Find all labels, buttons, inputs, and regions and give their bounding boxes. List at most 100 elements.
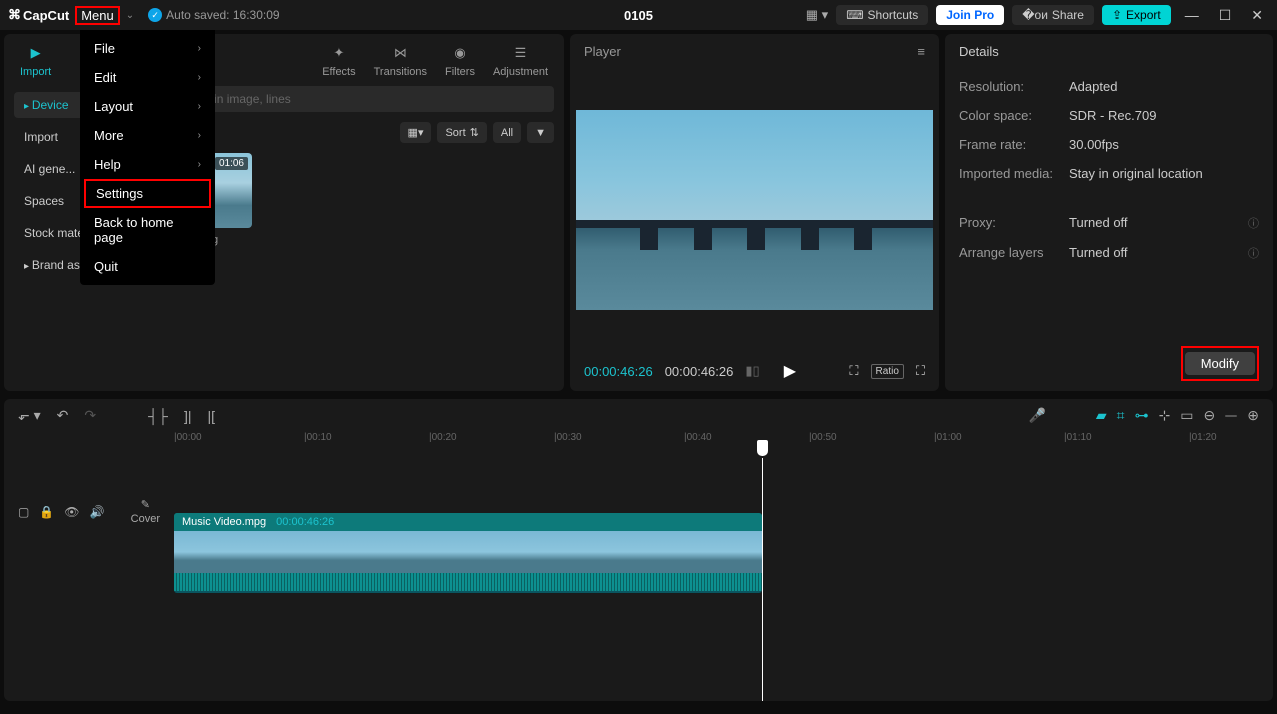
keyboard-icon: ⌨ bbox=[846, 8, 863, 22]
redo-button[interactable]: ↷ bbox=[84, 407, 96, 424]
chevron-right-icon: › bbox=[198, 72, 201, 83]
preview-tool[interactable]: ▭ bbox=[1180, 407, 1193, 424]
video-preview[interactable] bbox=[576, 110, 933, 310]
zoom-in-button[interactable]: ⊕ bbox=[1247, 407, 1259, 424]
clip-name: Music Video.mpg bbox=[182, 516, 266, 528]
timeline-clip[interactable]: Music Video.mpg 00:00:46:26 bbox=[174, 513, 762, 593]
timecode-total: 00:00:46:26 bbox=[665, 364, 734, 379]
sort-button[interactable]: Sort ⇅ bbox=[437, 122, 486, 143]
menu-layout[interactable]: Layout› bbox=[80, 92, 215, 121]
arrange-value: Turned off bbox=[1069, 245, 1248, 261]
sort-icon: ⇅ bbox=[470, 126, 479, 139]
player-menu-icon[interactable]: ≡ bbox=[917, 44, 925, 59]
info-icon[interactable]: ⓘ bbox=[1248, 245, 1259, 261]
trim-right-tool[interactable]: |[ bbox=[207, 408, 215, 424]
ruler-tick: |01:20 bbox=[1189, 432, 1217, 443]
tab-adjustment[interactable]: ☰ Adjustment bbox=[493, 42, 548, 78]
tab-effects[interactable]: ✦ Effects bbox=[322, 42, 355, 78]
imported-label: Imported media: bbox=[959, 166, 1069, 181]
compare-icon[interactable]: ▮▯ bbox=[745, 363, 759, 379]
fit-tool[interactable]: ⊹ bbox=[1159, 407, 1171, 424]
ruler-tick: |00:10 bbox=[304, 432, 332, 443]
ratio-button[interactable]: Ratio bbox=[871, 364, 904, 379]
menu-file[interactable]: File› bbox=[80, 34, 215, 63]
clip-duration-badge: 01:06 bbox=[215, 157, 248, 170]
ruler-tick: |01:00 bbox=[934, 432, 962, 443]
filter-icon: ▼ bbox=[535, 127, 546, 139]
modify-button[interactable]: Modify bbox=[1185, 352, 1255, 375]
timeline-panel: ⬐ ▾ ↶ ↷ ┤├ ]| |[ 🎤 ▰ ⌗ ⊶ ⊹ ▭ ⊖ ⊕ |00:00 … bbox=[4, 399, 1273, 701]
shortcuts-button[interactable]: ⌨ Shortcuts bbox=[836, 5, 928, 25]
imported-value: Stay in original location bbox=[1069, 166, 1259, 181]
tab-import[interactable]: ▶ Import bbox=[20, 42, 51, 78]
topbar: ⌘ CapCut Menu ⌄ ✓ Auto saved: 16:30:09 0… bbox=[0, 0, 1277, 30]
player-panel: Player ≡ 00:00:46:26 00:00:46:26 ▮▯ ▶ ⛶ … bbox=[570, 34, 939, 391]
filters-icon: ◉ bbox=[449, 42, 471, 64]
ruler-tick: |00:40 bbox=[684, 432, 712, 443]
ruler-tick: |00:00 bbox=[174, 432, 202, 443]
mute-icon[interactable]: 🔊 bbox=[90, 505, 105, 519]
split-tool[interactable]: ┤├ bbox=[148, 408, 168, 424]
framerate-label: Frame rate: bbox=[959, 137, 1069, 152]
menu-more[interactable]: More› bbox=[80, 121, 215, 150]
ruler-tick: |00:50 bbox=[809, 432, 837, 443]
modify-button-highlight: Modify bbox=[1181, 346, 1259, 381]
menu-back-home[interactable]: Back to home page bbox=[80, 208, 215, 252]
layout-icon[interactable]: ▦ ▾ bbox=[806, 7, 828, 23]
filter-all-button[interactable]: All bbox=[493, 122, 521, 143]
share-icon: �ои bbox=[1022, 8, 1048, 22]
menu-dropdown: File› Edit› Layout› More› Help› Settings… bbox=[80, 30, 215, 285]
maximize-button[interactable]: ☐ bbox=[1213, 7, 1238, 24]
zoom-out-button[interactable]: ⊖ bbox=[1204, 407, 1216, 424]
chevron-right-icon: › bbox=[198, 159, 201, 170]
menu-chevron-icon[interactable]: ⌄ bbox=[126, 10, 134, 21]
track-toggle-icon[interactable]: ▢ bbox=[18, 505, 29, 519]
export-button[interactable]: ⇪ Export bbox=[1102, 5, 1171, 25]
fullscreen-icon[interactable]: ⛶ bbox=[916, 363, 925, 379]
share-button[interactable]: �ои Share bbox=[1012, 5, 1094, 25]
zoom-slider[interactable] bbox=[1225, 415, 1237, 417]
info-icon[interactable]: ⓘ bbox=[1248, 215, 1259, 231]
chevron-right-icon: › bbox=[198, 101, 201, 112]
magnet-tool[interactable]: ⌗ bbox=[1117, 407, 1125, 424]
ruler-tick: |00:20 bbox=[429, 432, 457, 443]
join-pro-button[interactable]: Join Pro bbox=[936, 5, 1004, 25]
close-button[interactable]: ✕ bbox=[1245, 7, 1269, 24]
export-icon: ⇪ bbox=[1112, 8, 1122, 22]
ruler-tick: |00:30 bbox=[554, 432, 582, 443]
playhead[interactable] bbox=[762, 458, 763, 701]
snap-tool[interactable]: ▰ bbox=[1096, 407, 1107, 424]
menu-button[interactable]: Menu bbox=[75, 6, 120, 25]
link-tool[interactable]: ⊶ bbox=[1135, 407, 1149, 424]
trim-left-tool[interactable]: ]| bbox=[184, 408, 192, 424]
menu-edit[interactable]: Edit› bbox=[80, 63, 215, 92]
undo-button[interactable]: ↶ bbox=[57, 407, 69, 424]
check-icon: ✓ bbox=[148, 8, 162, 22]
timeline-ruler[interactable]: |00:00 |00:10 |00:20 |00:30 |00:40 |00:5… bbox=[4, 432, 1273, 458]
mic-icon[interactable]: 🎤 bbox=[1028, 407, 1045, 424]
tab-filters[interactable]: ◉ Filters bbox=[445, 42, 475, 78]
pointer-tool[interactable]: ⬐ ▾ bbox=[18, 407, 41, 424]
view-grid-button[interactable]: ▦▾ bbox=[400, 122, 432, 143]
details-title: Details bbox=[945, 34, 1273, 69]
menu-settings[interactable]: Settings bbox=[84, 179, 211, 208]
lock-icon[interactable]: 🔒 bbox=[39, 505, 54, 519]
play-button[interactable]: ▶ bbox=[784, 361, 796, 381]
menu-help[interactable]: Help› bbox=[80, 150, 215, 179]
proxy-label: Proxy: bbox=[959, 215, 1069, 231]
timecode-current: 00:00:46:26 bbox=[584, 364, 653, 379]
minimize-button[interactable]: — bbox=[1179, 7, 1205, 23]
proxy-value: Turned off bbox=[1069, 215, 1248, 231]
cover-button[interactable]: ✎ Cover bbox=[131, 498, 160, 525]
logo-icon: ⌘ bbox=[8, 7, 21, 23]
eye-icon[interactable]: 👁 bbox=[64, 505, 79, 519]
tab-transitions[interactable]: ⋈ Transitions bbox=[374, 42, 427, 78]
pencil-icon: ✎ bbox=[141, 498, 150, 511]
grid-icon: ▦▾ bbox=[408, 126, 424, 139]
colorspace-value: SDR - Rec.709 bbox=[1069, 108, 1259, 123]
clip-audio-waveform bbox=[174, 573, 762, 591]
filter-button[interactable]: ▼ bbox=[527, 122, 554, 143]
crop-icon[interactable]: ⛶ bbox=[849, 363, 858, 379]
timeline-tracks[interactable]: Music Video.mpg 00:00:46:26 bbox=[174, 458, 1273, 701]
menu-quit[interactable]: Quit bbox=[80, 252, 215, 281]
